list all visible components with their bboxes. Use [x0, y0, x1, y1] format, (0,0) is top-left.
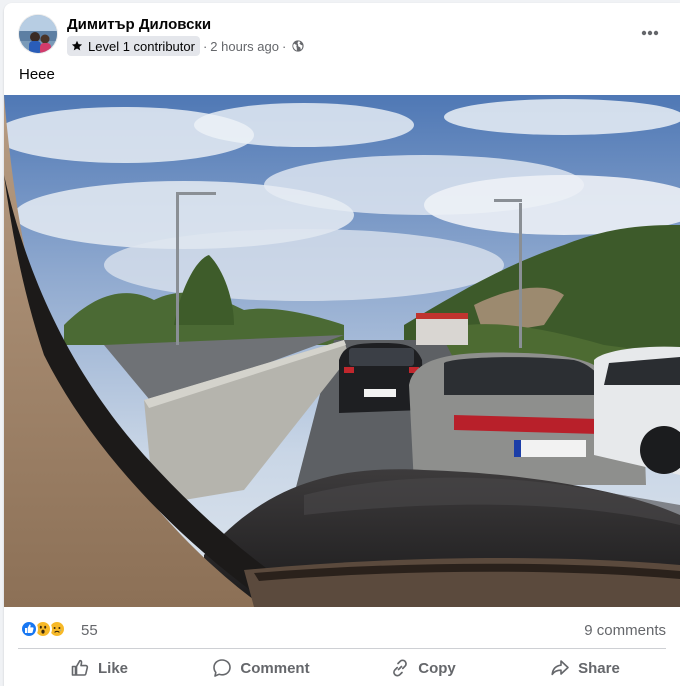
copy-button[interactable]: Copy: [342, 650, 504, 686]
share-icon: [551, 660, 569, 676]
like-icon: [20, 620, 38, 638]
post-meta: Level 1 contributor · 2 hours ago ·: [67, 36, 304, 56]
reactions-row: 55 9 comments: [4, 607, 680, 649]
meta-separator: ·: [202, 38, 208, 54]
comments-count[interactable]: 9 comments: [584, 622, 666, 639]
meta-separator-2: ·: [281, 38, 287, 54]
thumbs-up-icon: [71, 659, 89, 676]
post-header: Димитър Диловски Level 1 contributor · 2…: [4, 3, 680, 63]
like-button[interactable]: Like: [18, 650, 180, 686]
contributor-badge[interactable]: Level 1 contributor: [67, 36, 200, 56]
link-icon: [393, 659, 408, 677]
avatar[interactable]: [18, 14, 58, 54]
like-label: Like: [97, 659, 128, 677]
share-label: Share: [578, 659, 620, 677]
copy-label: Copy: [418, 659, 456, 677]
post-time[interactable]: 2 hours ago: [210, 39, 279, 54]
share-button[interactable]: Share: [504, 650, 666, 686]
divider: [18, 648, 666, 649]
badge-label: Level 1 contributor: [88, 38, 195, 54]
post-card: Димитър Диловски Level 1 contributor · 2…: [4, 3, 680, 686]
post-photo[interactable]: [4, 95, 680, 607]
more-options-button[interactable]: [634, 17, 666, 49]
author-name[interactable]: Димитър Диловски: [67, 16, 211, 33]
reaction-count[interactable]: 55: [81, 622, 98, 639]
post-actions: Like Comment Copy Share: [18, 650, 666, 686]
star-icon: [71, 40, 83, 51]
post-text: Heee: [19, 66, 55, 83]
globe-icon[interactable]: [292, 40, 304, 52]
comment-label: Comment: [240, 659, 310, 677]
more-horizontal-icon: [641, 30, 659, 36]
reaction-icons[interactable]: [20, 620, 66, 640]
comment-button[interactable]: Comment: [180, 650, 342, 686]
comment-icon: [213, 659, 232, 677]
